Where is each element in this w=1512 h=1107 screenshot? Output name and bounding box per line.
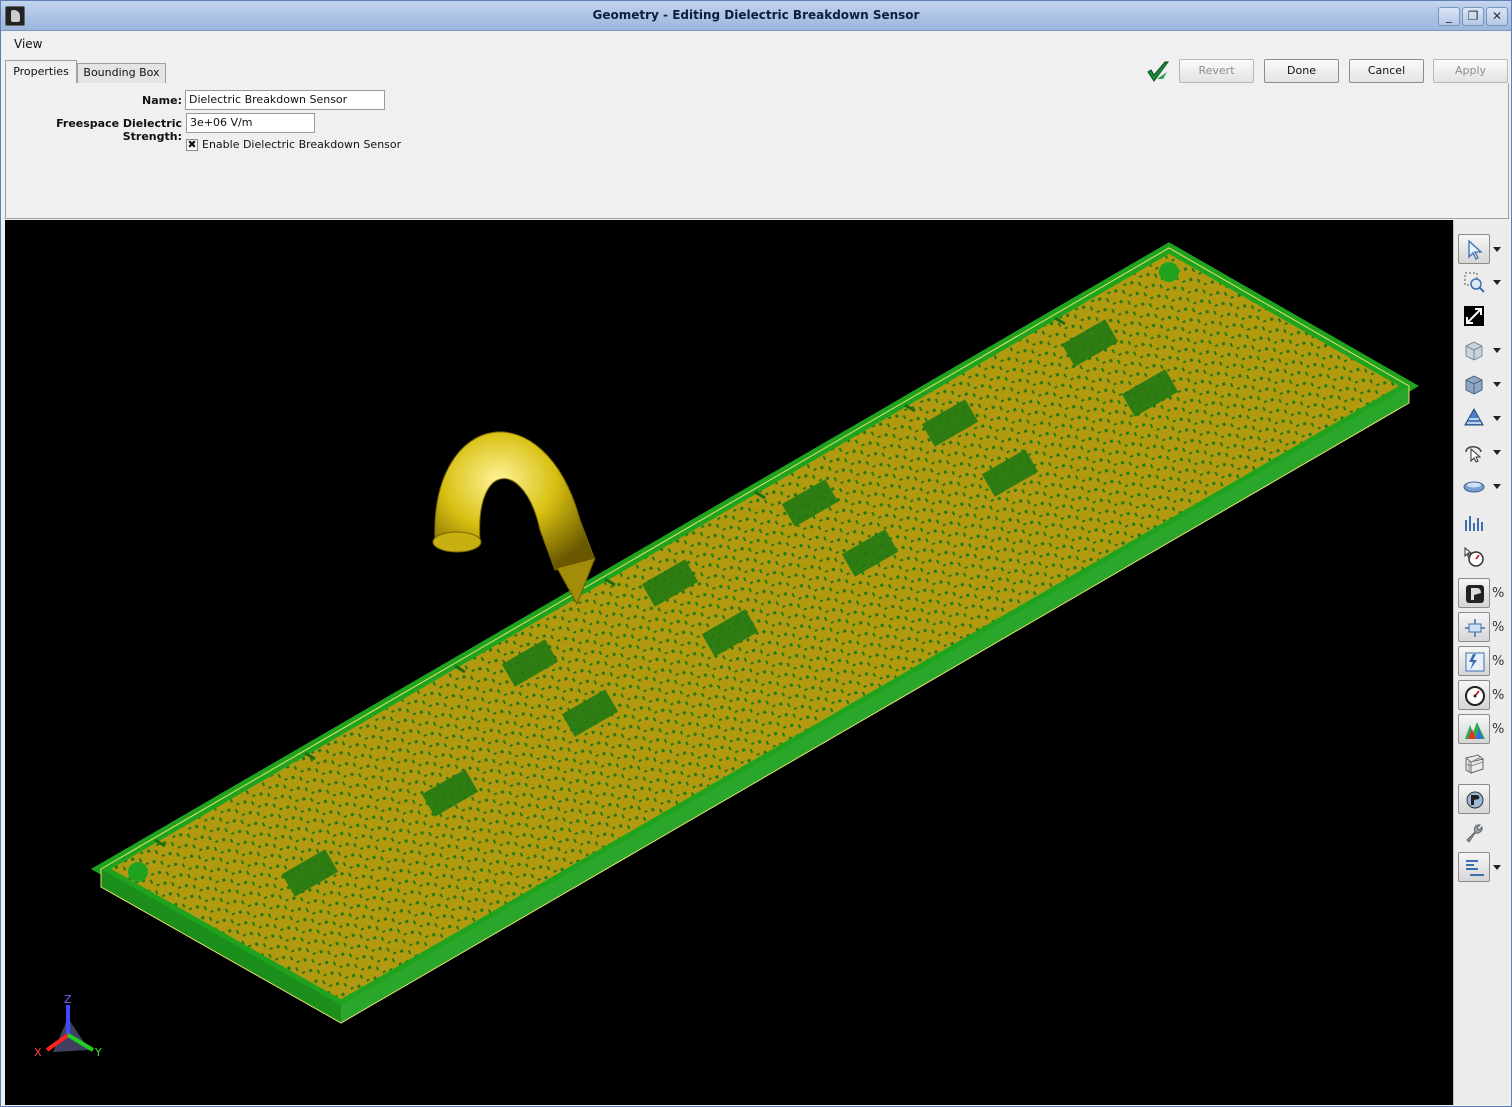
grid-mesh-icon[interactable] (1458, 748, 1490, 778)
box-view-dropdown[interactable] (1492, 345, 1502, 355)
strength-label: Freespace Dielectric Strength: (56, 117, 182, 143)
wrench-icon[interactable] (1458, 818, 1490, 848)
rotate-view-dropdown[interactable] (1492, 447, 1502, 457)
application-window: Geometry - Editing Dielectric Breakdown … (0, 0, 1512, 1107)
view-toolbar: % % % % % (1453, 220, 1509, 1105)
dielectric-sensor-probe[interactable] (432, 431, 596, 606)
tab-properties[interactable]: Properties (5, 60, 77, 83)
solid-view-icon[interactable] (1458, 369, 1490, 399)
fit-view-icon[interactable] (1458, 301, 1490, 331)
source-percent: % (1492, 654, 1505, 669)
meter-percent: % (1492, 688, 1505, 703)
menu-item-view[interactable]: View (14, 37, 42, 51)
bar-graph-icon[interactable] (1458, 508, 1490, 538)
plane-view-icon[interactable] (1458, 471, 1490, 501)
enable-sensor-checkbox[interactable]: ✖ (186, 139, 198, 151)
field-plot-icon[interactable] (1458, 714, 1490, 744)
zoom-dropdown[interactable] (1492, 277, 1502, 287)
plane-view-dropdown[interactable] (1492, 481, 1502, 491)
rotate-view-icon[interactable] (1458, 437, 1490, 467)
apply-button[interactable]: Apply (1433, 59, 1508, 83)
y-axis-label: Y (95, 1046, 102, 1059)
geometry-display-icon[interactable] (1458, 578, 1490, 608)
geometry-percent: % (1492, 586, 1505, 601)
material-display-icon[interactable] (1458, 784, 1490, 814)
text-align-icon[interactable] (1458, 852, 1490, 882)
circuit-component-icon[interactable] (1458, 612, 1490, 642)
zoom-region-icon[interactable] (1458, 267, 1490, 297)
close-button[interactable]: ✕ (1486, 7, 1508, 26)
revert-button[interactable]: Revert (1179, 59, 1254, 83)
name-label: Name: (142, 94, 182, 107)
3d-viewport[interactable]: Z X Y (5, 220, 1453, 1105)
pcb-board[interactable] (90, 242, 1420, 1024)
circuit-percent: % (1492, 620, 1505, 635)
name-field[interactable]: Dielectric Breakdown Sensor (185, 90, 385, 110)
mesh-view-dropdown[interactable] (1492, 413, 1502, 423)
cancel-button[interactable]: Cancel (1349, 59, 1424, 83)
menu-bar: View (1, 32, 1511, 56)
restore-button[interactable]: ❐ (1462, 7, 1484, 26)
enable-sensor-label[interactable]: Enable Dielectric Breakdown Sensor (202, 138, 401, 151)
minimize-button[interactable]: _ (1438, 7, 1460, 26)
window-title: Geometry - Editing Dielectric Breakdown … (592, 8, 920, 22)
select-arrow-icon[interactable] (1458, 234, 1490, 264)
title-bar[interactable]: Geometry - Editing Dielectric Breakdown … (1, 1, 1511, 31)
strength-field[interactable]: 3e+06 V/m (186, 113, 315, 133)
select-dropdown[interactable] (1492, 244, 1502, 254)
axis-triad (45, 1005, 95, 1052)
x-axis-label: X (34, 1046, 42, 1059)
checkmark-logo-icon (1147, 61, 1169, 82)
lightning-source-icon[interactable] (1458, 646, 1490, 676)
sensor-gauge-icon[interactable] (1458, 542, 1490, 572)
mesh-view-icon[interactable] (1458, 403, 1490, 433)
solid-view-dropdown[interactable] (1492, 379, 1502, 389)
done-button[interactable]: Done (1264, 59, 1339, 83)
z-axis-label: Z (64, 993, 72, 1006)
tab-bounding-box[interactable]: Bounding Box (77, 63, 166, 83)
field-percent: % (1492, 722, 1505, 737)
meter-dial-icon[interactable] (1458, 680, 1490, 710)
geometry-scene[interactable] (5, 220, 1453, 1105)
box-view-icon[interactable] (1458, 335, 1490, 365)
text-align-dropdown[interactable] (1492, 862, 1502, 872)
